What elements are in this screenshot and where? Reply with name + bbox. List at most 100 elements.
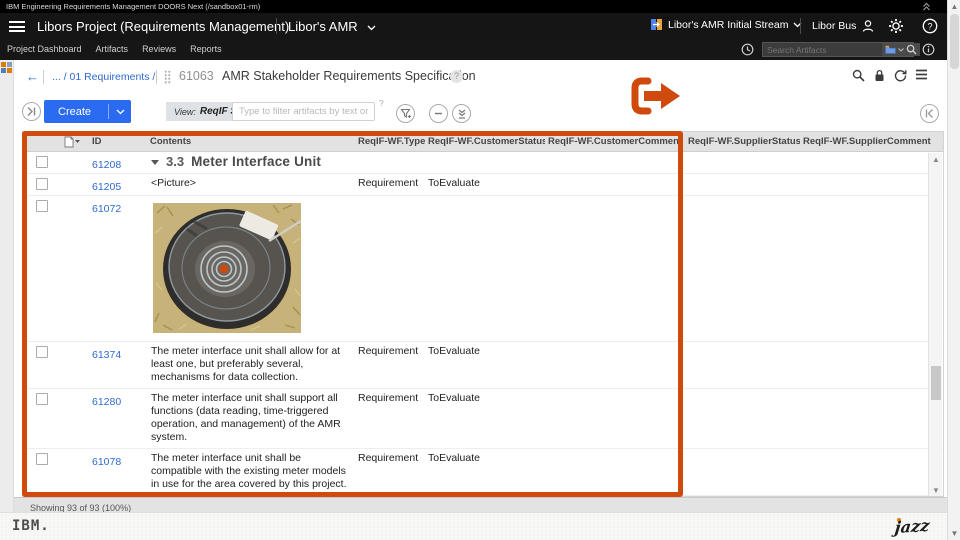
row-checkbox[interactable] xyxy=(36,200,48,212)
column-header-contents[interactable]: Contents xyxy=(147,132,355,151)
row-checkbox[interactable] xyxy=(36,393,48,405)
customer-comment-value xyxy=(545,174,685,195)
page-scrollbar[interactable]: ▲ ▼ xyxy=(947,0,960,540)
reqif-type-value xyxy=(355,152,425,173)
column-header-supplier-comment[interactable]: ReqIF-WF.SupplierComment xyxy=(800,132,943,151)
collapse-all-icon[interactable] xyxy=(429,104,448,123)
row-icon-cell xyxy=(61,449,89,495)
collapse-banner-icon[interactable] xyxy=(922,2,931,11)
row-icon-cell xyxy=(61,174,89,195)
artifact-contents[interactable]: The meter interface unit shall be compat… xyxy=(147,449,355,495)
settings-gear-icon[interactable] xyxy=(888,18,904,34)
artifact-id-link[interactable]: 61374 xyxy=(92,349,121,361)
create-button[interactable]: Create xyxy=(44,100,131,123)
search-scope[interactable] xyxy=(882,43,920,56)
artifact-id-link[interactable]: 61205 xyxy=(92,181,121,193)
nav-items: Project Dashboard Artifacts Reviews Reports xyxy=(7,44,222,54)
row-icon-cell xyxy=(61,389,89,448)
column-header-customer-status[interactable]: ReqIF-WF.CustomerStatus xyxy=(425,132,545,151)
search-input[interactable] xyxy=(763,45,882,55)
table-row[interactable]: 61374 The meter interface unit shall allo… xyxy=(23,342,943,389)
customer-comment-value xyxy=(545,196,685,341)
drag-grip-icon[interactable] xyxy=(164,70,171,85)
artifact-contents[interactable]: <Picture> xyxy=(147,174,355,195)
row-checkbox[interactable] xyxy=(36,453,48,465)
artifact-contents[interactable]: The meter interface unit shall support a… xyxy=(147,389,355,448)
refresh-icon[interactable] xyxy=(894,69,907,82)
table-row[interactable]: 61078 The meter interface unit shall be c… xyxy=(23,449,943,496)
table-row[interactable]: 61280 The meter interface unit shall supp… xyxy=(23,389,943,449)
row-checkbox[interactable] xyxy=(36,346,48,358)
table-scrollbar[interactable]: ▲ ▼ xyxy=(928,153,942,497)
meter-interface-unit-photo xyxy=(153,203,301,333)
main-menu-icon[interactable] xyxy=(9,21,25,32)
artifact-id-link[interactable]: 61078 xyxy=(92,456,121,468)
search-icon[interactable] xyxy=(852,69,865,82)
artifact-id-link[interactable]: 61280 xyxy=(92,396,121,408)
supplier-status-value xyxy=(685,342,800,388)
customer-comment-value xyxy=(545,389,685,448)
user-menu[interactable]: Libor Bus xyxy=(812,19,875,33)
chevron-down-icon xyxy=(367,25,376,31)
app-header: Libors Project (Requirements Management)… xyxy=(0,13,947,40)
page-scrollbar-thumb[interactable] xyxy=(950,14,959,69)
lock-icon[interactable] xyxy=(873,69,886,82)
column-header-id[interactable]: ID xyxy=(89,132,147,151)
artifact-contents[interactable]: The meter interface unit shall allow for… xyxy=(147,342,355,388)
scroll-down-icon[interactable]: ▼ xyxy=(929,486,943,495)
chevron-down-icon xyxy=(793,22,802,28)
customer-comment-value xyxy=(545,152,685,173)
supplier-status-value xyxy=(685,449,800,495)
column-header-supplier-status[interactable]: ReqIF-WF.SupplierStatus xyxy=(685,132,800,151)
row-checkbox[interactable] xyxy=(36,156,48,168)
page-scroll-down-icon[interactable]: ▼ xyxy=(948,529,960,538)
breadcrumb: ← ... / 01 Requirements / 61063 AMR Stak… xyxy=(22,67,942,89)
scrollbar-thumb[interactable] xyxy=(931,366,941,400)
artifact-id: 61063 xyxy=(179,69,214,83)
table-row[interactable]: 61205<Picture>RequirementToEvaluate xyxy=(23,174,943,196)
row-checkbox[interactable] xyxy=(36,178,48,190)
ibm-logo: IBM. xyxy=(12,518,50,534)
expand-sidebar-icon[interactable] xyxy=(22,102,41,121)
stream-selector[interactable]: Libor's AMR Initial Stream xyxy=(650,18,802,31)
view-menu-icon[interactable] xyxy=(915,69,928,82)
scroll-up-icon[interactable]: ▲ xyxy=(929,155,943,164)
column-header-type[interactable]: ReqIF-WF.Type xyxy=(355,132,425,151)
artifact-id-link[interactable]: 61072 xyxy=(92,203,121,215)
filter-funnel-icon[interactable] xyxy=(396,104,415,123)
nav-item-artifacts[interactable]: Artifacts xyxy=(96,44,129,54)
page-scroll-up-icon[interactable]: ▲ xyxy=(948,2,960,11)
artifact-id-link[interactable]: 61208 xyxy=(92,159,121,171)
artifact-contents[interactable]: 3.3Meter Interface Unit xyxy=(147,152,355,173)
column-header-customer-comment[interactable]: ReqIF-WF.CustomerComment xyxy=(545,132,685,151)
table-row[interactable]: 61072 xyxy=(23,196,943,342)
skip-to-start-icon[interactable] xyxy=(920,104,939,123)
breadcrumb-path-link[interactable]: ... / 01 Requirements / xyxy=(52,71,155,83)
nav-item-project-dashboard[interactable]: Project Dashboard xyxy=(7,44,82,54)
project-title[interactable]: Libors Project (Requirements Management) xyxy=(37,19,289,34)
supplier-comment-value xyxy=(800,152,943,173)
nav-item-reviews[interactable]: Reviews xyxy=(142,44,176,54)
back-arrow-icon[interactable]: ← xyxy=(26,69,39,84)
reqif-type-value: Requirement xyxy=(355,174,425,195)
mini-dashboard-icon[interactable] xyxy=(1,62,13,74)
artifact-type-filter-icon[interactable] xyxy=(61,132,89,151)
nav-item-reports[interactable]: Reports xyxy=(190,44,222,54)
filter-help-icon[interactable]: ? xyxy=(379,98,384,108)
table-row[interactable]: 61208 3.3Meter Interface Unit xyxy=(23,152,943,174)
artifact-contents[interactable] xyxy=(147,196,355,341)
expand-all-icon[interactable] xyxy=(452,104,471,123)
title-help-icon[interactable]: ? xyxy=(450,70,463,83)
chevron-down-icon xyxy=(109,106,131,118)
component-selector[interactable]: Libor's AMR xyxy=(288,19,376,34)
supplier-comment-value xyxy=(800,174,943,195)
help-icon[interactable]: ? xyxy=(922,18,938,34)
header-divider xyxy=(276,18,277,34)
footer-bar: IBM. jazz xyxy=(0,512,947,540)
history-clock-icon[interactable] xyxy=(741,43,754,56)
info-icon[interactable] xyxy=(922,43,935,56)
filter-input[interactable] xyxy=(232,102,375,121)
section-collapse-icon[interactable] xyxy=(151,160,159,165)
page-title: AMR Stakeholder Requirements Specificati… xyxy=(222,69,476,83)
collapsed-sidebar xyxy=(0,60,14,512)
